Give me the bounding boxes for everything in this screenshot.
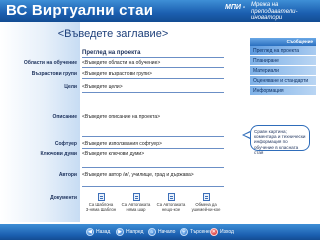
row-label: Възрастови групи (31, 71, 77, 77)
info-callout: Сравн картина; коментара и технически ин… (250, 125, 310, 155)
row-value[interactable]: <Въведете автор /и/, училище, град и дър… (82, 172, 222, 178)
page-title: <Въведете заглавие> (57, 28, 169, 40)
documents-list: Са Шаблона 3-няма Шаблон Са Автопаката н… (84, 193, 224, 219)
document-item[interactable]: Са Автопаката няма шар (119, 193, 153, 212)
document-icon (97, 193, 105, 201)
sidebar-header: Съобщение (250, 38, 316, 46)
document-icon (167, 193, 175, 201)
header-divider (82, 57, 224, 58)
row-divider (82, 167, 224, 168)
document-icon (202, 193, 210, 201)
exit-button[interactable]: ✕ Изход (210, 228, 234, 236)
column-header: Преглед на проекта (82, 50, 141, 56)
search-icon: ⚲ (180, 228, 188, 236)
sidebar-item-overview[interactable]: Преглед на проекта (250, 46, 316, 56)
row-value[interactable]: <Въведете области на обучение> (82, 60, 222, 66)
search-button[interactable]: ⚲ Търсене (180, 228, 210, 236)
sidebar-nav: Съобщение Преглед на проекта Планиране М… (250, 38, 316, 96)
forward-arrow-icon: ▶ (116, 228, 124, 236)
row-divider (82, 148, 224, 149)
exit-icon: ✕ (210, 228, 218, 236)
sidebar-item-assessment[interactable]: Оценяване и стандарти (250, 76, 316, 86)
brand-abbrev: МПИ - (225, 4, 246, 11)
row-label: Автори (58, 172, 77, 178)
back-button[interactable]: ◀ Назад (86, 228, 110, 236)
home-button[interactable]: ⌂ Начало (148, 228, 175, 236)
row-divider (82, 67, 224, 68)
document-icon (132, 193, 140, 201)
row-divider (82, 186, 224, 187)
sidebar-item-information[interactable]: Информация (250, 86, 316, 96)
row-value[interactable]: <Въведете използвания софтуер> (82, 141, 222, 147)
brand-block: МПИ - Мрежа на преподаватели- иноватори (225, 1, 317, 21)
left-gradient-band (0, 22, 80, 222)
bottom-navbar: ◀ Назад ▶ Напред ⌂ Начало ⚲ Търсене ✕ Изход (0, 224, 320, 240)
app-title: ВС Виртуални стаи (6, 2, 154, 19)
row-label: Ключови думи (40, 151, 77, 157)
sidebar-item-materials[interactable]: Материали (250, 66, 316, 76)
back-arrow-icon: ◀ (86, 228, 94, 236)
top-banner: ВС Виртуални стаи МПИ - Мрежа на препода… (0, 0, 320, 22)
row-value[interactable]: <Въведете цели> (82, 84, 222, 90)
row-value[interactable]: <Въведете възрастови групи> (82, 71, 222, 77)
row-divider (82, 92, 224, 93)
row-label: Цели (64, 84, 77, 90)
sidebar-item-planning[interactable]: Планиране (250, 56, 316, 66)
row-value[interactable]: <Въведете ключови думи> (82, 151, 222, 157)
document-item[interactable]: Са Шаблона 3-няма Шаблон (84, 193, 118, 212)
document-item[interactable]: Са Автопаката нещо-кое (154, 193, 188, 212)
forward-button[interactable]: ▶ Напред (116, 228, 143, 236)
row-label: Документи (50, 195, 77, 201)
document-item[interactable]: Обмена да ушемей-ки-кое (189, 193, 223, 212)
row-label: Описание (52, 114, 77, 120)
row-value[interactable]: <Въведете описание на проекта> (82, 114, 222, 120)
row-label: Области на обучение (23, 60, 77, 66)
row-label: Софтуер (54, 141, 77, 147)
home-icon: ⌂ (148, 228, 156, 236)
row-divider (82, 136, 224, 137)
row-divider (82, 78, 224, 79)
brand-tagline: Мрежа на преподаватели- иноватори (251, 2, 298, 21)
